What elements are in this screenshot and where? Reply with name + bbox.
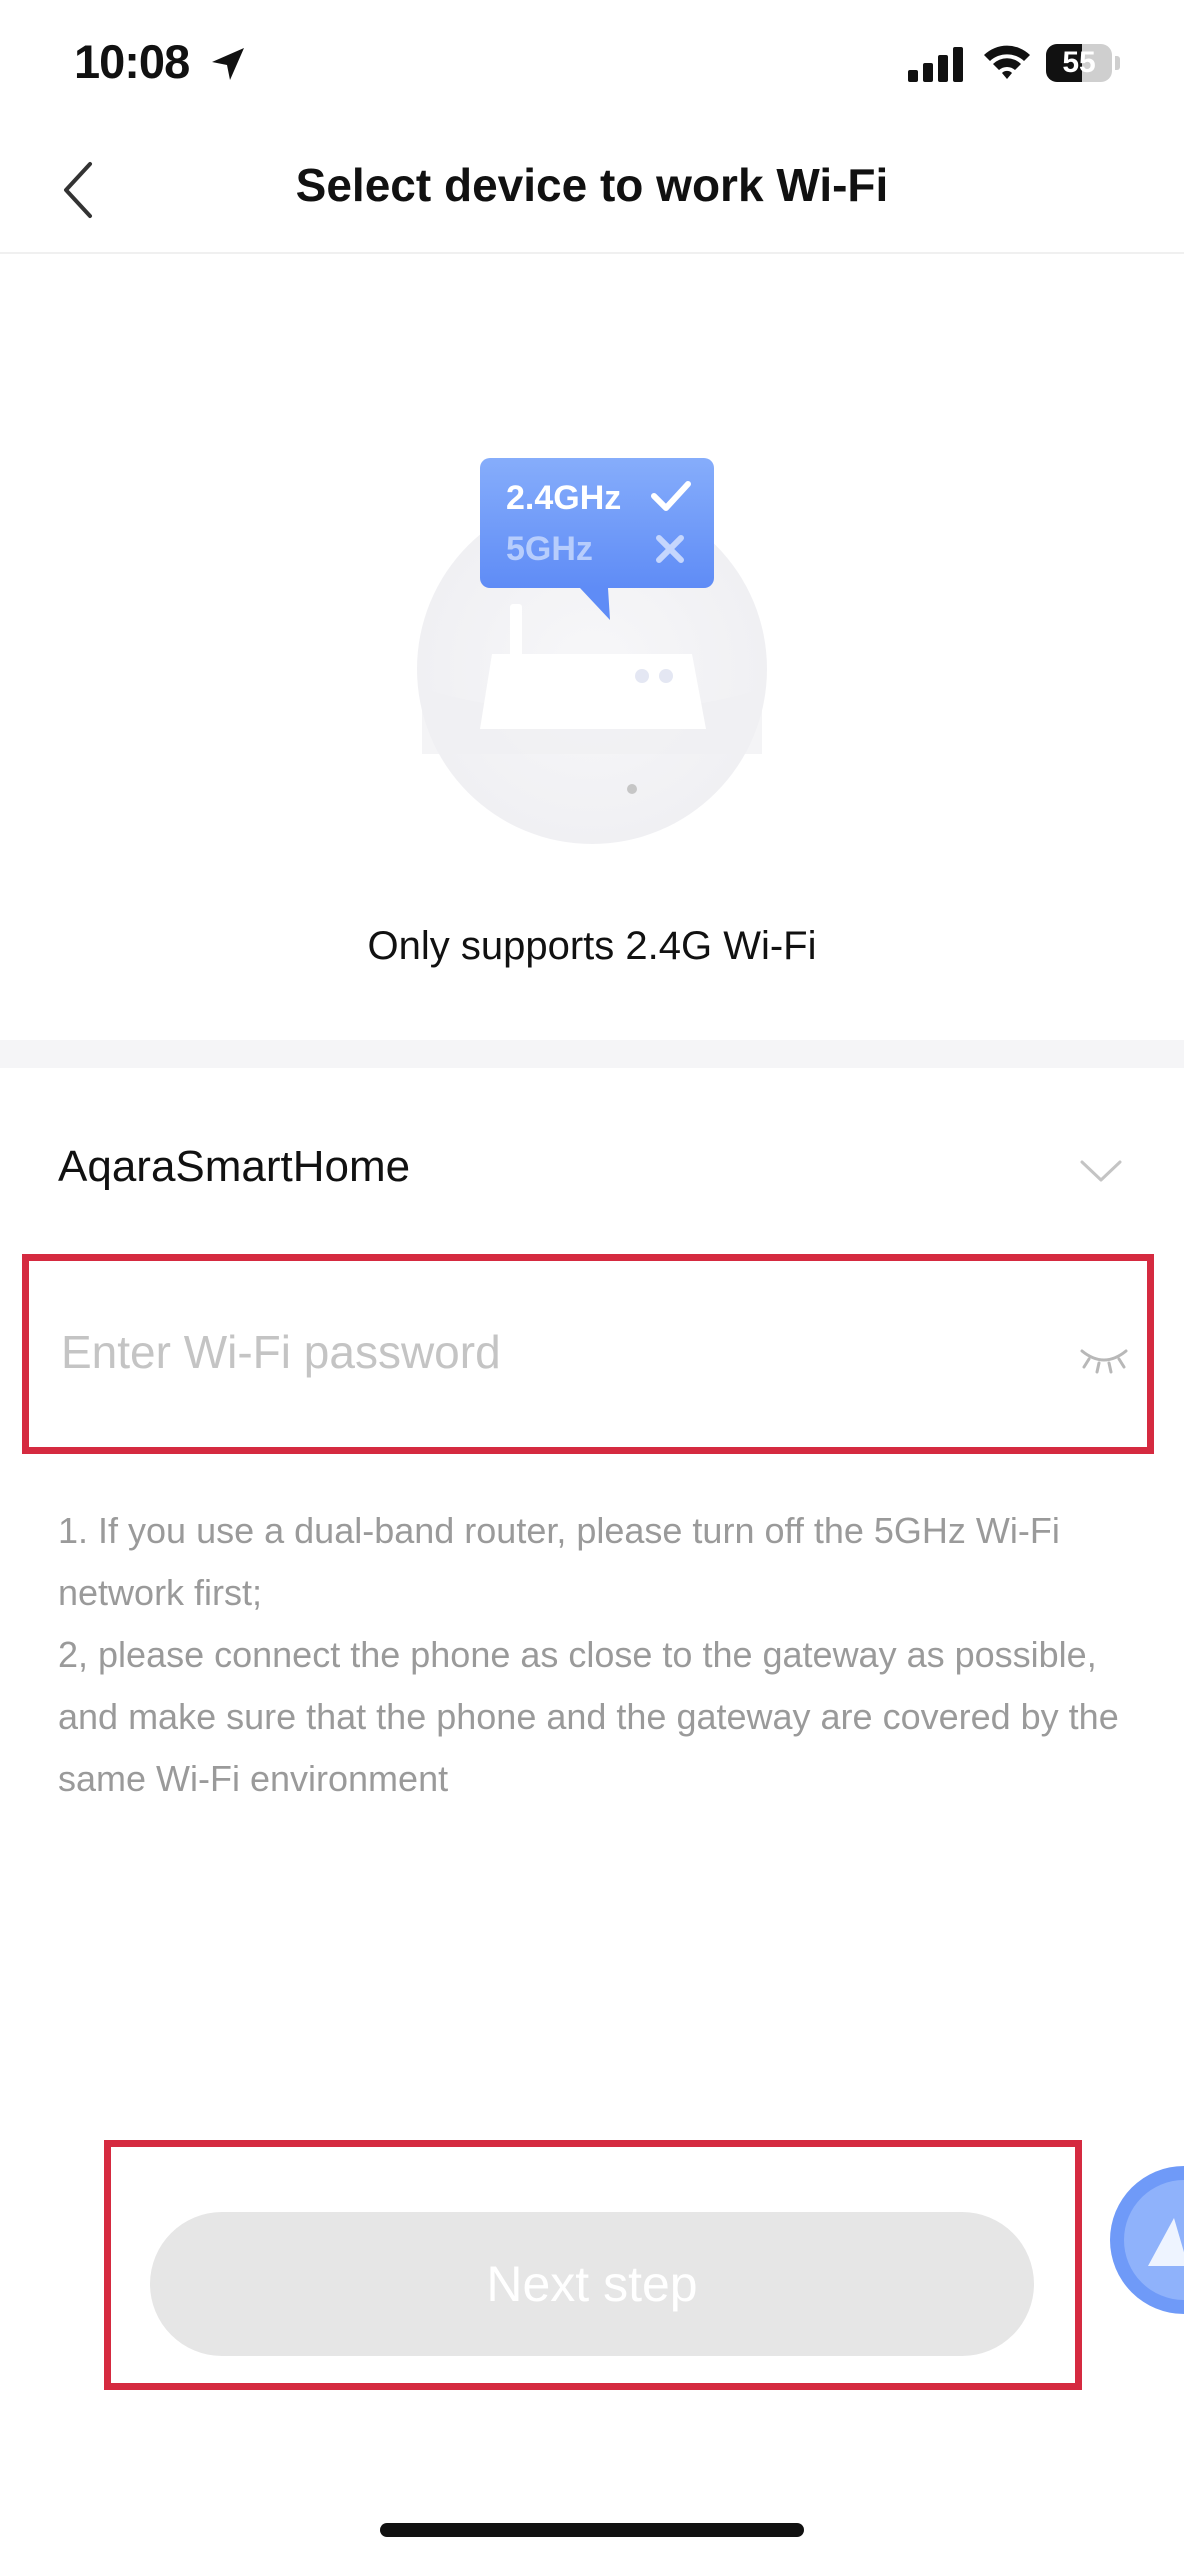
tip-item: 1. If you use a dual-band router, please… (58, 1510, 1060, 1613)
nav-bar: Select device to work Wi-Fi (0, 130, 1184, 254)
eye-closed-icon[interactable] (1079, 1345, 1129, 1375)
tip-item: 2, please connect the phone as close to … (58, 1634, 1119, 1799)
battery-indicator: 55 (1046, 44, 1122, 82)
wifi-network-select[interactable]: AqaraSmartHome (0, 1100, 1184, 1240)
band-5-label: 5GHz (506, 530, 593, 568)
band-24-label: 2.4GHz (506, 479, 621, 517)
status-bar: 10:08 55 (0, 0, 1184, 130)
hero-section: 2.4GHz 5GHz Only supports 2.4G Wi-Fi (0, 254, 1184, 1038)
router-illustration: 2.4GHz 5GHz (417, 458, 767, 844)
home-indicator (380, 2523, 804, 2537)
cellular-signal-icon (908, 47, 963, 82)
wifi-tips: 1. If you use a dual-band router, please… (58, 1500, 1138, 1810)
wifi-password-input[interactable] (59, 1301, 1023, 1403)
router-body (480, 654, 706, 729)
battery-level: 55 (1062, 46, 1096, 79)
chevron-down-icon (1080, 1160, 1122, 1182)
location-arrow-icon (212, 48, 244, 80)
floating-assistant-button[interactable] (1110, 2166, 1184, 2314)
battery-body: 55 (1046, 44, 1112, 82)
battery-nub (1115, 56, 1120, 70)
next-step-button[interactable]: Next step (150, 2212, 1034, 2356)
assistant-icon (1110, 2166, 1184, 2314)
section-divider (0, 1040, 1184, 1068)
page-title: Select device to work Wi-Fi (295, 159, 889, 211)
password-highlight-box (22, 1254, 1154, 1454)
wifi-signal-icon (984, 45, 1030, 79)
support-note: Only supports 2.4G Wi-Fi (367, 924, 817, 968)
status-time: 10:08 (74, 35, 190, 88)
wifi-network-name: AqaraSmartHome (58, 1142, 411, 1191)
band-bubble (480, 458, 714, 588)
